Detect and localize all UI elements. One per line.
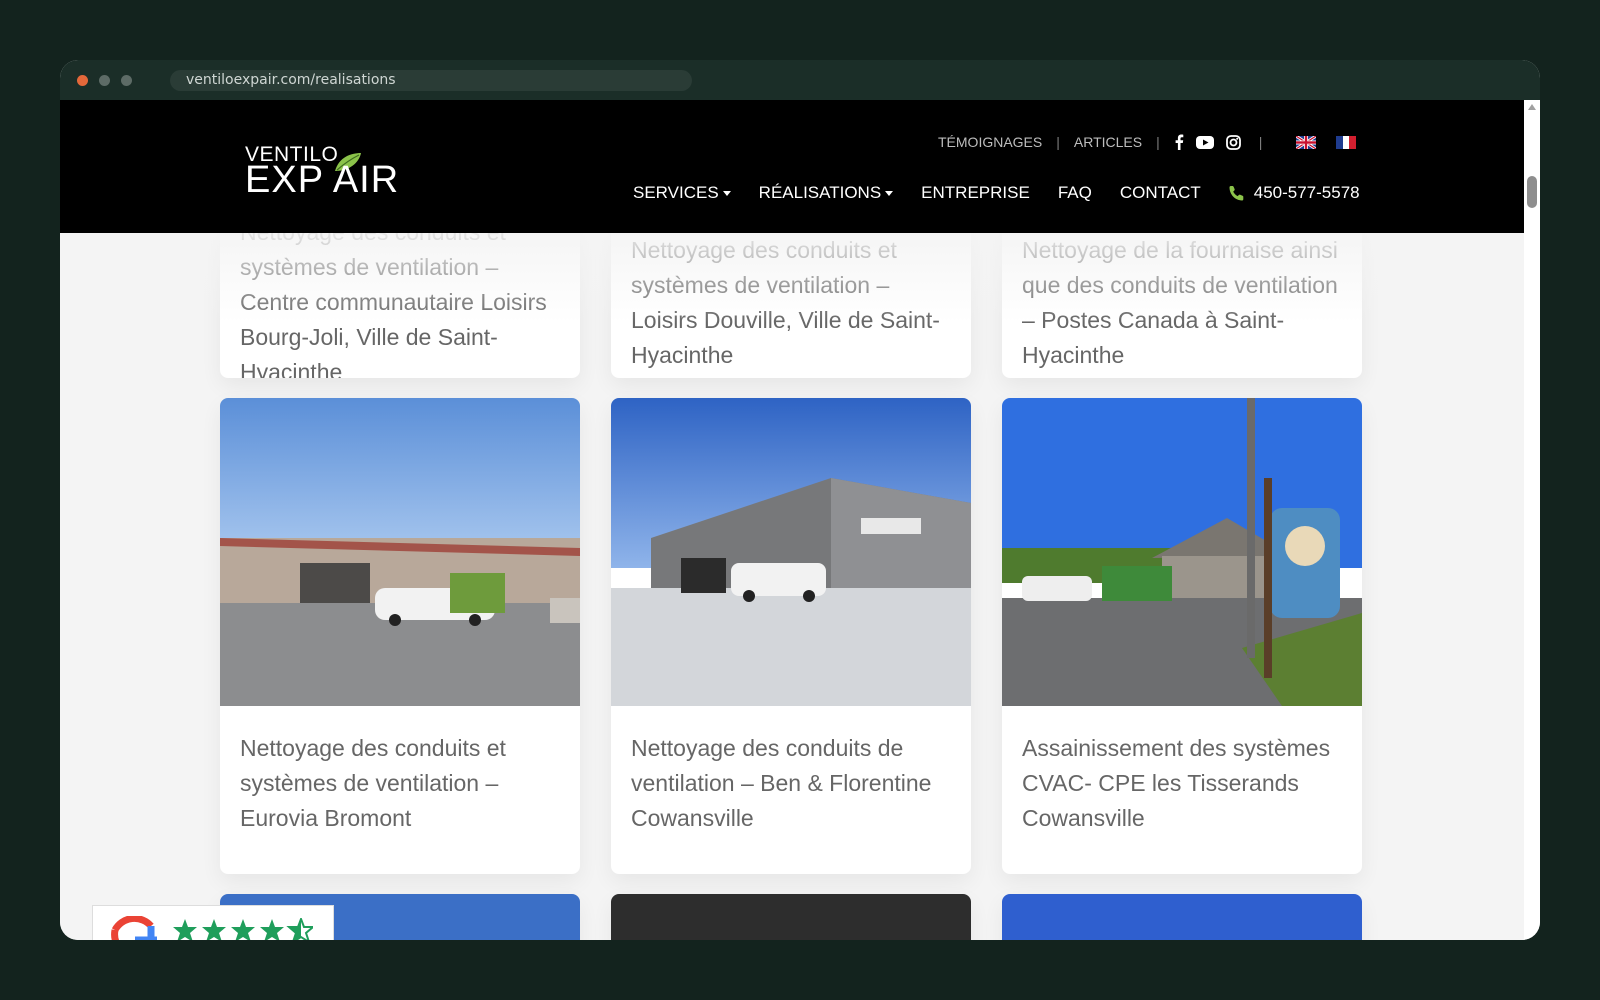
- project-card[interactable]: [1002, 894, 1362, 940]
- star-icon: [173, 919, 197, 940]
- star-rating: [173, 918, 313, 940]
- project-image[interactable]: [611, 398, 971, 706]
- main-navigation: SERVICES RÉALISATIONS ENTREPRISE FAQ CON…: [633, 183, 1360, 203]
- nav-separator: |: [1156, 134, 1160, 150]
- nav-contact[interactable]: CONTACT: [1120, 183, 1201, 203]
- social-links: [1174, 134, 1241, 150]
- page-scrollbar[interactable]: [1524, 100, 1540, 940]
- google-icon: [111, 916, 157, 940]
- nav-services[interactable]: SERVICES: [633, 183, 731, 203]
- site-logo[interactable]: VENTILO EXP AIR: [245, 143, 445, 201]
- half-star-icon: [288, 918, 313, 940]
- nav-entreprise-label: ENTREPRISE: [921, 183, 1030, 202]
- chevron-down-icon: [885, 190, 894, 196]
- project-card[interactable]: Assainissement des systèmes CVAC- CPE le…: [1002, 398, 1362, 874]
- project-image[interactable]: [611, 894, 971, 940]
- star-icon: [231, 919, 255, 940]
- nav-separator: |: [1258, 134, 1263, 150]
- fr-flag-icon[interactable]: [1336, 135, 1357, 149]
- phone-number: 450-577-5578: [1253, 183, 1360, 202]
- facebook-icon[interactable]: [1174, 134, 1184, 150]
- browser-window: ventiloexpair.com/realisations Nettoyage…: [60, 60, 1540, 940]
- instagram-icon[interactable]: [1225, 134, 1241, 150]
- building-photo: [611, 398, 971, 706]
- browser-titlebar: ventiloexpair.com/realisations: [60, 60, 1540, 100]
- nav-faq[interactable]: FAQ: [1058, 183, 1092, 203]
- scroll-thumb[interactable]: [1527, 176, 1537, 208]
- nav-phone-link[interactable]: 450-577-5578: [1229, 183, 1360, 203]
- nav-temoignages[interactable]: TÉMOIGNAGES: [938, 134, 1042, 150]
- nav-realisations-label: RÉALISATIONS: [758, 183, 882, 202]
- chevron-down-icon: [722, 190, 731, 196]
- project-image[interactable]: [220, 398, 580, 706]
- address-bar[interactable]: ventiloexpair.com/realisations: [170, 70, 692, 91]
- top-navigation: TÉMOIGNAGES | ARTICLES | |: [938, 131, 1357, 153]
- google-review-widget[interactable]: [92, 905, 334, 940]
- project-card[interactable]: [611, 894, 971, 940]
- building-photo: [1002, 398, 1362, 706]
- nav-faq-label: FAQ: [1057, 183, 1092, 202]
- project-image[interactable]: [1002, 398, 1362, 706]
- project-image[interactable]: [1002, 894, 1362, 940]
- nav-services-label: SERVICES: [633, 183, 719, 202]
- minimize-window-button[interactable]: [99, 75, 110, 86]
- logo-exp: EXP: [245, 159, 324, 201]
- project-card[interactable]: Nettoyage des conduits et systèmes de ve…: [220, 398, 580, 874]
- page-viewport: Nettoyage des conduits et systèmes de ve…: [60, 100, 1524, 940]
- star-icon: [260, 919, 284, 940]
- star-icon: [202, 919, 226, 940]
- nav-articles[interactable]: ARTICLES: [1074, 134, 1142, 150]
- nav-realisations[interactable]: RÉALISATIONS: [759, 183, 894, 203]
- maximize-window-button[interactable]: [121, 75, 132, 86]
- logo-air: AIR: [332, 159, 400, 201]
- project-card[interactable]: Nettoyage des conduits de ventilation – …: [611, 398, 971, 874]
- youtube-icon[interactable]: [1195, 135, 1214, 149]
- logo-main-text: EXP AIR: [245, 159, 399, 202]
- close-window-button[interactable]: [77, 75, 88, 86]
- uk-flag-icon[interactable]: [1296, 135, 1317, 149]
- nav-separator: |: [1056, 134, 1060, 150]
- building-photo: [220, 398, 580, 706]
- nav-contact-label: CONTACT: [1119, 183, 1201, 202]
- scroll-up-icon[interactable]: [1528, 104, 1536, 110]
- project-title[interactable]: Nettoyage des conduits et systèmes de ve…: [220, 731, 580, 836]
- site-header: VENTILO EXP AIR TÉMOIGNAGES | ARTICLES |…: [60, 100, 1524, 233]
- nav-entreprise[interactable]: ENTREPRISE: [921, 183, 1030, 203]
- project-title[interactable]: Nettoyage des conduits de ventilation – …: [611, 731, 971, 836]
- phone-icon: [1229, 186, 1244, 201]
- project-title[interactable]: Assainissement des systèmes CVAC- CPE le…: [1002, 731, 1362, 836]
